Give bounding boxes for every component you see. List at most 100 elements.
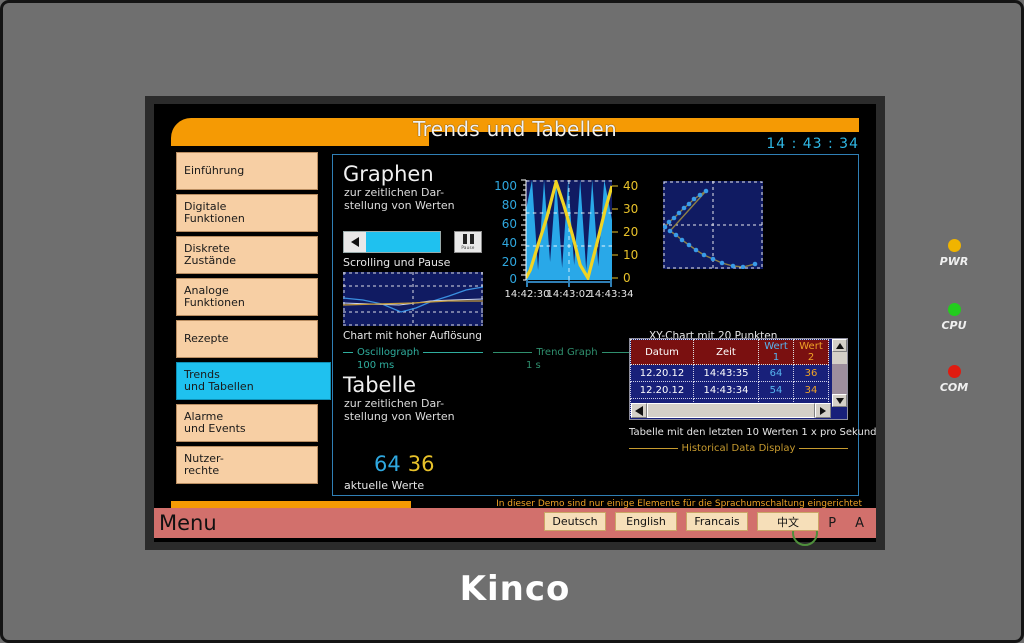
svg-text:40: 40 <box>623 179 638 193</box>
language-button-english[interactable]: English <box>615 512 677 531</box>
svg-text:0: 0 <box>509 272 517 286</box>
historical-group-label: Historical Data Display <box>629 443 848 454</box>
table-cell: 64 <box>758 364 794 382</box>
language-button-francais[interactable]: Francais <box>686 512 748 531</box>
sidebar-item-einf-hrung[interactable]: Einführung <box>176 152 318 190</box>
slider-thumb[interactable] <box>344 232 366 252</box>
language-buttons: Deutsch English Francais 中文 <box>544 512 819 531</box>
trend-graph-chart[interactable]: 10080 6040 200 4030 2010 0 14:42:30 14:4… <box>493 177 641 299</box>
sidebar-item-label: Funktionen <box>184 296 245 309</box>
tabelle-subtitle-line2: stellung von Werten <box>344 410 455 423</box>
table-cell: 12.20.12 <box>630 381 694 399</box>
slider-caption: Scrolling und Pause <box>343 256 451 269</box>
table-row[interactable]: 12.20.12 14:43:35 64 36 <box>630 364 829 382</box>
indicator-p[interactable]: P <box>828 516 836 531</box>
trend-xtick-2: 14:43:34 <box>589 289 634 299</box>
arrow-left-icon <box>351 237 359 247</box>
sidebar-item-nutzerrechte[interactable]: Nutzer-rechte <box>176 446 318 484</box>
scroll-thumb[interactable] <box>832 352 847 364</box>
led-group-pwr: PWR <box>934 239 974 268</box>
current-value-2: 36 <box>407 452 435 476</box>
column-header: Wert 1 <box>758 339 794 365</box>
column-header: Zeit <box>693 339 759 365</box>
graphen-heading: Graphen <box>343 162 434 186</box>
svg-text:30: 30 <box>623 202 638 216</box>
cpu-led <box>947 303 961 316</box>
sidebar-item-digitale-funktionen[interactable]: Digitale Funktionen <box>176 194 318 232</box>
sidebar-item-label: Zustände <box>184 254 237 267</box>
oscillograph-chart[interactable] <box>343 272 483 326</box>
arrow-down-icon <box>835 397 844 404</box>
svg-text:20: 20 <box>623 225 638 239</box>
sidebar-item-label: Rezepte <box>184 331 229 345</box>
table-cell: 36 <box>793 364 829 382</box>
menu-label[interactable]: Menu <box>159 511 217 535</box>
tabelle-subtitle-line1: zur zeitlichen Dar- <box>344 397 445 410</box>
com-led-label: COM <box>939 381 969 394</box>
pwr-led-label: PWR <box>939 255 969 268</box>
pause-icon <box>462 234 474 244</box>
graphen-subtitle-line2: stellung von Werten <box>344 199 455 212</box>
hscroll-track[interactable] <box>647 403 815 418</box>
svg-text:60: 60 <box>502 217 517 231</box>
oscillograph-caption: Chart mit hoher Auflösung <box>343 330 482 342</box>
oscillograph-rate: 100 ms <box>357 360 395 371</box>
sidebar-item-analoge-funktionen[interactable]: Analoge Funktionen <box>176 278 318 316</box>
graphen-subtitle-line1: zur zeitlichen Dar- <box>344 186 445 199</box>
scroll-slider[interactable] <box>343 231 441 253</box>
language-button-deutsch[interactable]: Deutsch <box>544 512 606 531</box>
svg-text:100: 100 <box>494 179 517 193</box>
svg-text:40: 40 <box>502 236 517 250</box>
current-values: 64 36 <box>374 452 434 476</box>
svg-text:0: 0 <box>623 271 631 285</box>
table-row[interactable]: 12.20.12 14:43:34 54 34 <box>630 381 829 399</box>
column-header: Datum <box>630 339 694 365</box>
arrow-left-icon-2 <box>635 405 643 416</box>
header-pill <box>698 119 859 132</box>
hmi-device: PWR CPU COM Trends und Tabellen 14 : 43 … <box>0 0 1024 643</box>
led-group-com: COM <box>934 365 974 394</box>
content-panel: Graphen zur zeitlichen Dar- stellung von… <box>332 154 876 496</box>
sidebar-item-alarme-und-events[interactable]: Alarme und Events <box>176 404 318 442</box>
table-cell: 54 <box>758 381 794 399</box>
table-cell: 14:43:35 <box>693 364 759 382</box>
table-cell: 34 <box>793 381 829 399</box>
table-vertical-scrollbar[interactable] <box>832 339 847 419</box>
led-group-cpu: CPU <box>934 303 974 332</box>
xy-plot-chart[interactable] <box>663 181 763 269</box>
table-horizontal-scrollbar[interactable] <box>631 403 831 418</box>
arrow-right-icon <box>820 406 826 415</box>
svg-text:20: 20 <box>502 255 517 269</box>
trend-xtick-0: 14:42:30 <box>505 289 550 299</box>
hmi-screen: Trends und Tabellen 14 : 43 : 34 Einführ… <box>154 104 876 542</box>
indicator-a[interactable]: A <box>855 516 864 531</box>
scroll-down-button[interactable] <box>832 394 847 407</box>
pause-button-label: Pause <box>461 245 475 250</box>
screen-bezel: Trends und Tabellen 14 : 43 : 34 Einführ… <box>145 96 885 550</box>
table-header-row: Datum Zeit Wert 1 Wert 2 <box>630 339 829 365</box>
sidebar-item-trends-und-tabellen[interactable]: Trends und Tabellen <box>176 362 331 400</box>
table-cell: 14:43:34 <box>693 381 759 399</box>
pwr-led <box>947 239 961 252</box>
current-values-caption: aktuelle Werte <box>344 479 425 492</box>
oscillograph-group-label: Oscillograph <box>343 347 483 358</box>
scroll-left-button[interactable] <box>631 403 647 418</box>
sidebar-item-rezepte[interactable]: Rezepte <box>176 320 318 358</box>
column-header: Wert 2 <box>793 339 829 365</box>
cpu-led-label: CPU <box>941 319 967 332</box>
sidebar-item-diskrete-zust-nde[interactable]: Diskrete Zustände <box>176 236 318 274</box>
arrow-up-icon <box>835 342 844 349</box>
scroll-right-button[interactable] <box>815 403 831 418</box>
sidebar-item-label: Funktionen <box>184 212 245 225</box>
language-button-中文[interactable]: 中文 <box>757 512 819 531</box>
table-cell: 12.20.12 <box>630 364 694 382</box>
scroll-track[interactable] <box>832 364 847 394</box>
pause-button[interactable]: Pause <box>454 231 482 253</box>
historical-data-table[interactable]: Datum Zeit Wert 1 Wert 2 12.20.12 14:43:35 64… <box>629 338 848 420</box>
sidebar-item-label: Einführung <box>184 163 245 177</box>
trend-group-label: Trend Graph <box>493 347 642 358</box>
com-led <box>947 365 961 378</box>
brand-logo: Kinco <box>459 569 571 609</box>
trend-xtick-1: 14:43:02 <box>547 289 592 299</box>
scroll-up-button[interactable] <box>832 339 847 352</box>
